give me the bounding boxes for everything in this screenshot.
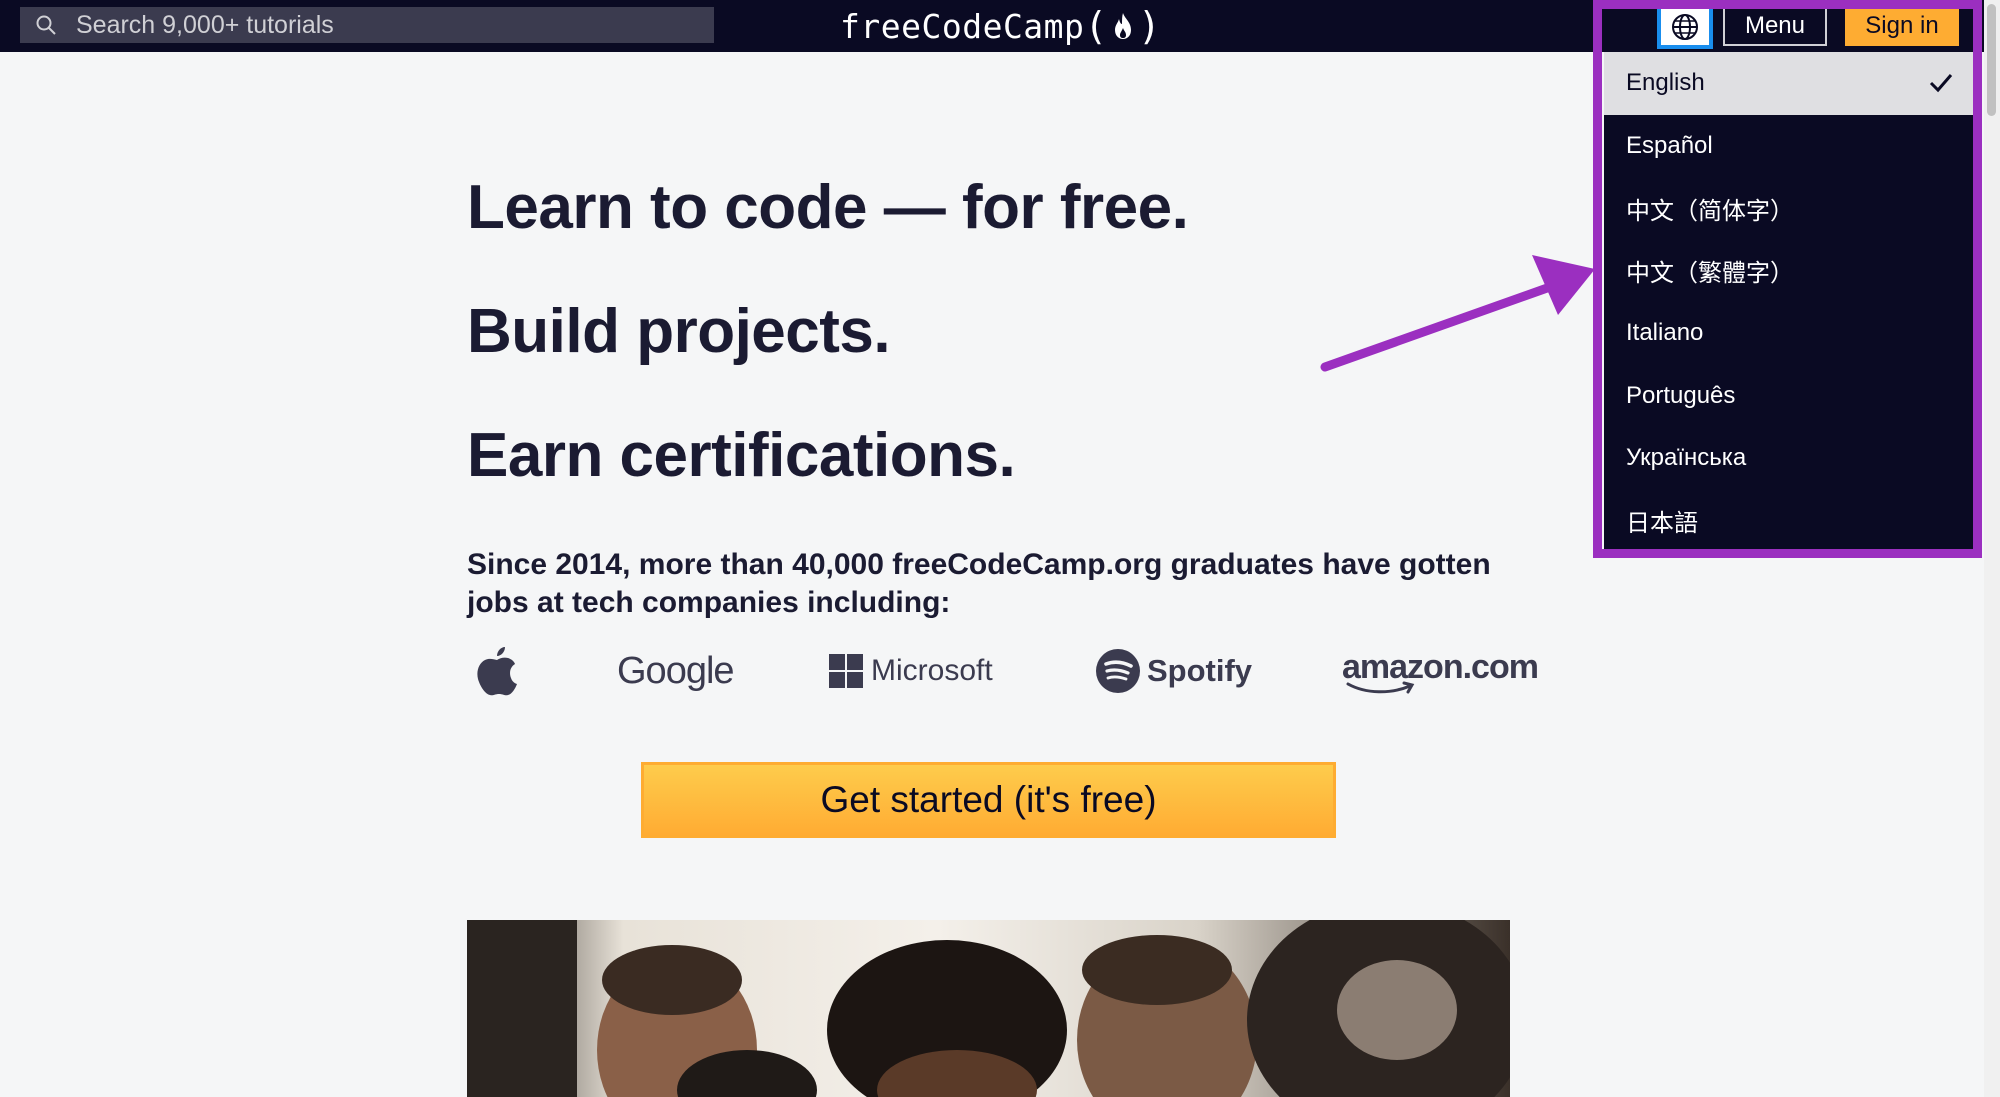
language-option-label: English: [1626, 69, 1705, 97]
hero-headline-learn: Learn to code — for free.: [467, 173, 1189, 242]
apple-logo: [475, 638, 519, 704]
scrollbar-thumb[interactable]: [1987, 4, 1996, 116]
microsoft-logo: Microsoft: [829, 638, 993, 704]
annotation-arrow: [1320, 255, 1595, 372]
language-option-japanese[interactable]: 日本語: [1604, 490, 1976, 553]
globe-icon: [1672, 14, 1698, 40]
language-option-label: 中文（简体字）: [1626, 197, 1794, 225]
language-button[interactable]: [1657, 5, 1713, 49]
google-logo: Google: [617, 649, 735, 692]
checkmark-icon: [1929, 74, 1953, 93]
language-option-english[interactable]: English: [1604, 52, 1976, 115]
microsoft-wordmark: Microsoft: [871, 654, 993, 687]
windows-grid-icon: [829, 654, 863, 688]
top-navbar: freeCodeCamp ( ) Menu Sign in: [0, 0, 2000, 52]
brand-name: freeCodeCamp: [840, 6, 1085, 46]
language-option-label: Português: [1626, 381, 1736, 409]
language-option-label: 中文（繁體字）: [1626, 260, 1794, 288]
spotify-wordmark: Spotify: [1147, 653, 1253, 688]
language-option-italiano[interactable]: Italiano: [1604, 302, 1976, 365]
company-logos: Google Microsoft Spotify amazon.com: [467, 638, 1539, 704]
get-started-button[interactable]: Get started (it's free): [641, 762, 1336, 838]
language-option-espanol[interactable]: Español: [1604, 115, 1976, 178]
brand-logo[interactable]: freeCodeCamp ( ): [840, 2, 1161, 50]
language-option-label: Italiano: [1626, 319, 1704, 347]
spotify-icon: [1096, 649, 1140, 693]
flame-icon: [1114, 13, 1131, 39]
search-input[interactable]: [58, 7, 714, 43]
search-bar[interactable]: [20, 7, 714, 43]
language-option-label: 日本語: [1626, 510, 1698, 538]
scrollbar-track[interactable]: [1984, 0, 2000, 1097]
language-dropdown: English Español 中文（简体字） 中文（繁體字） Italiano…: [1604, 52, 1976, 552]
brand-close-paren: ): [1137, 4, 1162, 48]
language-option-label: Español: [1626, 131, 1713, 159]
language-option-chinese-traditional[interactable]: 中文（繁體字）: [1604, 240, 1976, 303]
sign-in-button[interactable]: Sign in: [1845, 6, 1959, 46]
hero-headline-earn: Earn certifications.: [467, 421, 1016, 490]
amazon-smile-icon: [1346, 681, 1415, 693]
spotify-logo: Spotify: [1095, 638, 1252, 704]
graduates-text: Since 2014, more than 40,000 freeCodeCam…: [467, 548, 1491, 619]
language-option-portugues[interactable]: Português: [1604, 365, 1976, 428]
hero-headline-build: Build projects.: [467, 297, 891, 366]
hero-photo: [467, 920, 1510, 1097]
apple-icon: [477, 647, 517, 696]
brand-open-paren: (: [1084, 4, 1108, 48]
menu-button[interactable]: Menu: [1723, 6, 1827, 46]
search-icon: [36, 15, 56, 35]
language-option-chinese-simplified[interactable]: 中文（简体字）: [1604, 177, 1976, 240]
amazon-logo: amazon.com: [1342, 638, 1539, 704]
language-option-ukrainian[interactable]: Українська: [1604, 427, 1976, 490]
language-option-label: Українська: [1626, 444, 1747, 472]
